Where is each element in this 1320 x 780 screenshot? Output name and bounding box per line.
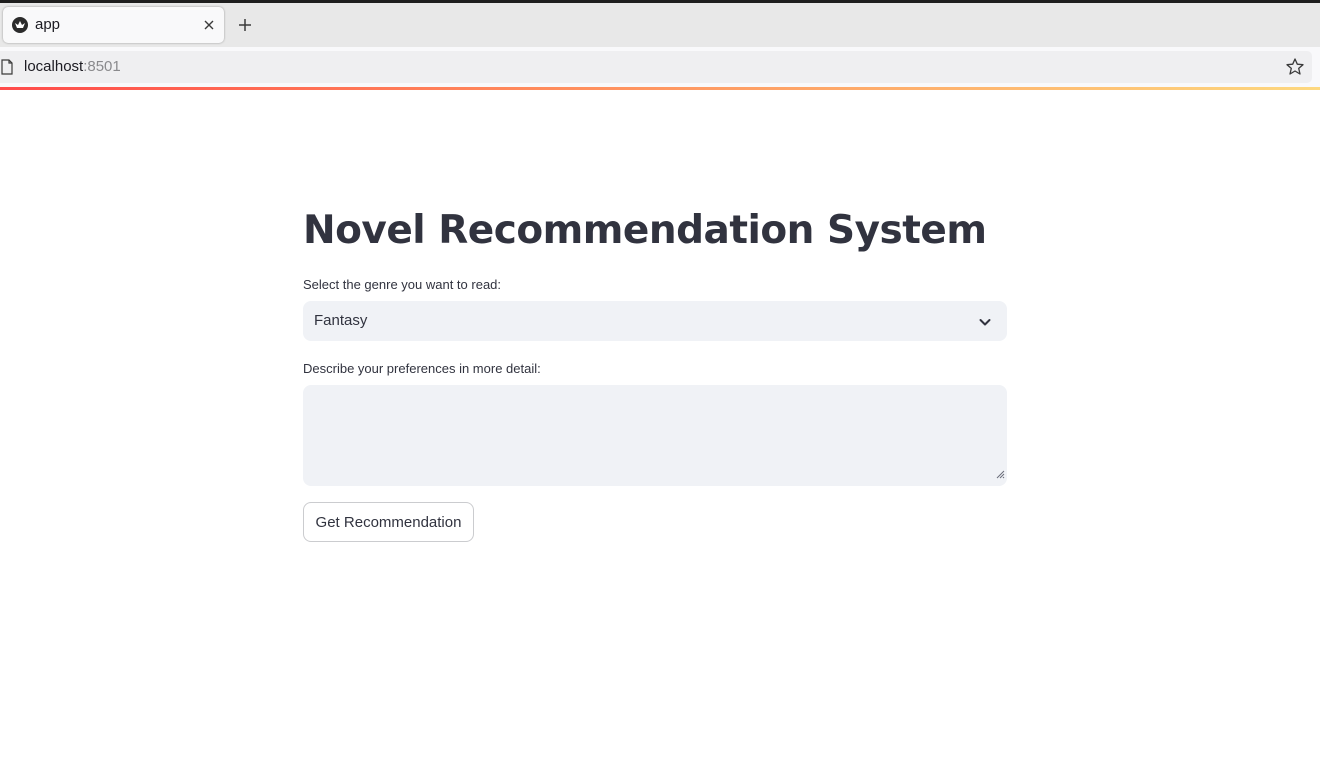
new-tab-icon[interactable] xyxy=(235,15,255,35)
app-header-decoration xyxy=(0,87,1320,90)
page-icon xyxy=(0,59,14,80)
url-text: localhost:8501 xyxy=(24,58,121,75)
bookmark-star-icon[interactable] xyxy=(1285,57,1305,82)
navigation-bar: localhost:8501 xyxy=(0,47,1320,87)
close-tab-icon[interactable] xyxy=(199,15,219,35)
details-label: Describe your preferences in more detail… xyxy=(303,361,541,376)
main-content: Novel Recommendation System Select the g… xyxy=(303,200,1007,542)
resize-handle-icon[interactable] xyxy=(995,466,1005,484)
streamlit-favicon-icon xyxy=(12,17,28,33)
genre-label: Select the genre you want to read: xyxy=(303,277,502,292)
url-host: localhost xyxy=(24,58,84,75)
browser-tab[interactable]: app xyxy=(3,7,224,43)
preferences-textarea[interactable] xyxy=(303,385,1007,486)
genre-selected-value: Fantasy xyxy=(314,312,368,329)
address-bar[interactable]: localhost:8501 xyxy=(0,51,1312,83)
tab-strip: app xyxy=(0,3,1320,47)
page-title: Novel Recommendation System xyxy=(303,208,987,253)
chevron-down-icon xyxy=(977,314,993,335)
tab-title: app xyxy=(35,16,61,33)
genre-select[interactable]: Fantasy xyxy=(303,301,1007,341)
url-port: :8501 xyxy=(83,58,121,75)
get-recommendation-button[interactable]: Get Recommendation xyxy=(303,502,474,542)
